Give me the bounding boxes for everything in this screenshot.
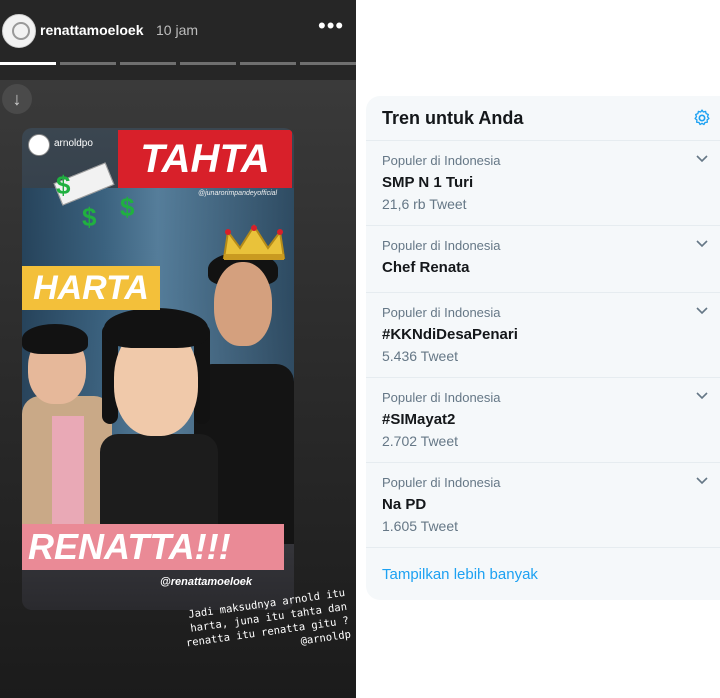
dollar-sign-sticker: $ <box>120 192 135 222</box>
trends-panel: Tren untuk Anda Populer di Indonesia SMP… <box>366 96 720 600</box>
dollar-sign-sticker: $ <box>82 202 97 232</box>
show-more-link[interactable]: Tampilkan lebih banyak <box>382 566 538 583</box>
trend-name[interactable]: SMP N 1 Turi <box>382 174 473 191</box>
trend-context: Populer di Indonesia <box>382 153 501 168</box>
person-center-hair <box>104 308 208 348</box>
trends-title: Tren untuk Anda <box>382 108 524 128</box>
trend-item[interactable]: Populer di Indonesia #SIMayat2 2.702 Twe… <box>366 378 720 463</box>
trend-context: Populer di Indonesia <box>382 305 501 320</box>
trend-tweet-count: 21,6 rb Tweet <box>382 196 467 212</box>
trends-header: Tren untuk Anda <box>366 96 720 141</box>
renatta-label: RENATTA!!! <box>22 524 284 570</box>
progress-segment <box>180 62 236 65</box>
person-left-shirt <box>52 416 84 526</box>
chevron-down-icon[interactable] <box>696 392 708 400</box>
mini-username: arnoldpo <box>54 138 93 149</box>
trend-name[interactable]: Na PD <box>382 496 426 513</box>
chevron-down-icon[interactable] <box>696 477 708 485</box>
person-right-head <box>214 262 272 346</box>
chevron-down-icon[interactable] <box>696 155 708 163</box>
dollar-sign-sticker: $ <box>56 170 71 200</box>
person-left-hair <box>22 324 88 354</box>
trend-context: Populer di Indonesia <box>382 475 501 490</box>
trend-tweet-count: 5.436 Tweet <box>382 348 459 364</box>
story-progress-bar <box>0 62 356 65</box>
trend-item[interactable]: Populer di Indonesia #KKNdiDesaPenari 5.… <box>366 293 720 378</box>
trend-item[interactable]: Populer di Indonesia Chef Renata <box>366 226 720 293</box>
mini-avatar <box>28 134 50 156</box>
story-timestamp: 10 jam <box>156 22 199 38</box>
more-horizontal-icon[interactable]: ••• <box>318 15 344 37</box>
trend-item[interactable]: Populer di Indonesia SMP N 1 Turi 21,6 r… <box>366 141 720 226</box>
mention-tag-top: @junarorimpandeyofficial <box>198 190 278 197</box>
progress-segment <box>60 62 116 65</box>
progress-segment <box>0 62 56 65</box>
story-header: renattamoeloek 10 jam ••• <box>0 0 356 80</box>
trend-name[interactable]: Chef Renata <box>382 259 470 276</box>
trend-tweet-count: 2.702 Tweet <box>382 433 459 449</box>
chevron-down-icon[interactable] <box>696 240 708 248</box>
progress-segment <box>120 62 176 65</box>
trend-item[interactable]: Populer di Indonesia Na PD 1.605 Tweet <box>366 463 720 548</box>
tahta-label: TAHTA <box>118 130 292 188</box>
chevron-down-icon[interactable] <box>696 307 708 315</box>
trend-name[interactable]: #KKNdiDesaPenari <box>382 326 518 343</box>
gear-icon[interactable] <box>692 108 712 128</box>
avatar[interactable] <box>2 14 36 48</box>
progress-segment <box>240 62 296 65</box>
trend-tweet-count: 1.605 Tweet <box>382 518 459 534</box>
trend-context: Populer di Indonesia <box>382 238 501 253</box>
story-username[interactable]: renattamoeloek <box>40 22 143 38</box>
instagram-story: renattamoeloek 10 jam ••• ↓ arnoldpo $ $… <box>0 0 356 698</box>
story-photo: arnoldpo $ $ $ TAHTA @junarorimpandeyoff… <box>22 128 294 610</box>
trend-name[interactable]: #SIMayat2 <box>382 411 455 428</box>
progress-segment <box>300 62 356 65</box>
download-icon[interactable]: ↓ <box>2 84 32 114</box>
trend-context: Populer di Indonesia <box>382 390 501 405</box>
harta-label: HARTA <box>22 266 160 310</box>
crown-icon <box>222 224 286 260</box>
mention-tag-bottom[interactable]: @renattamoeloek <box>160 576 252 588</box>
